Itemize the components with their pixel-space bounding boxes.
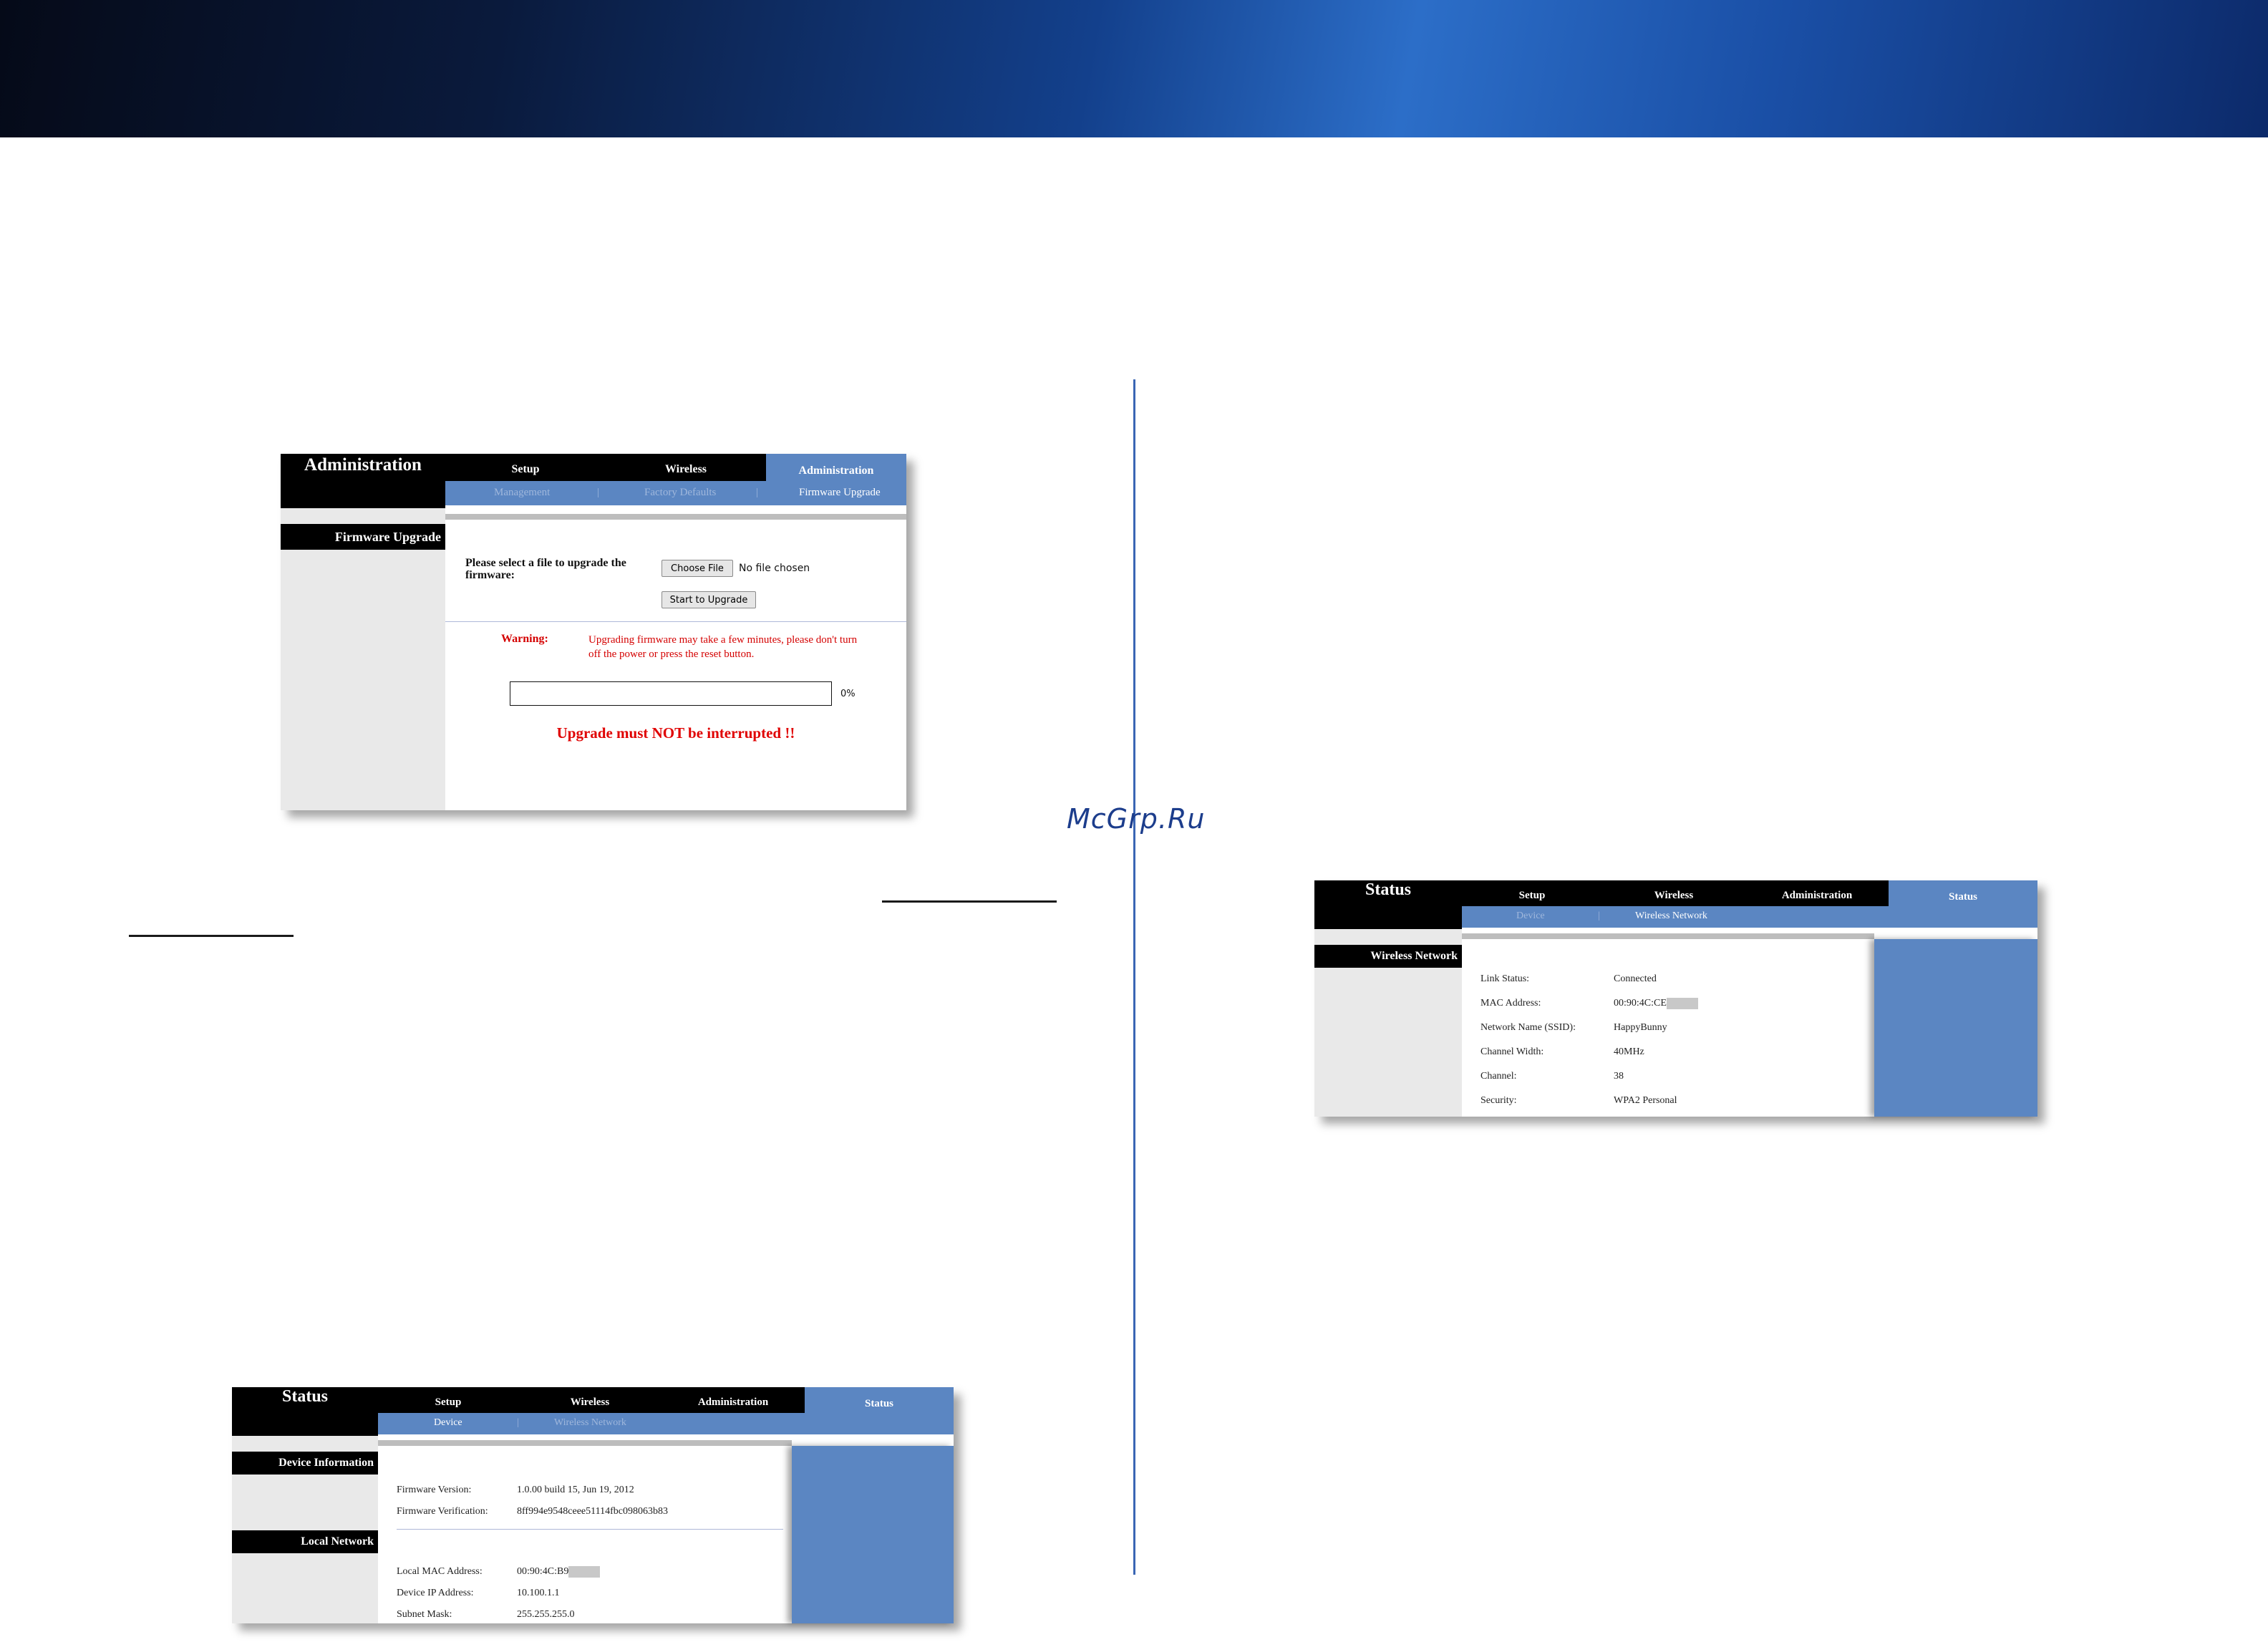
tab-wireless[interactable]: Wireless <box>518 1387 662 1413</box>
subtab-separator: | <box>756 487 759 498</box>
page-title: Administration <box>281 454 445 508</box>
blue-side-panel <box>1874 939 2037 1117</box>
divider-line <box>445 621 906 622</box>
security-value: WPA2 Personal <box>1614 1095 1677 1106</box>
underline-link-part2 <box>129 935 294 937</box>
firmware-verification-value: 8ff994e9548ceee51114fbc098063b83 <box>517 1506 668 1517</box>
security-label: Security: <box>1480 1095 1517 1106</box>
firmware-version-label: Firmware Version: <box>397 1485 472 1495</box>
ssid-value: HappyBunny <box>1614 1022 1667 1033</box>
subtab-separator: | <box>517 1417 519 1428</box>
page-title: Status <box>232 1387 378 1436</box>
local-mac-value: 00:90:4C:B9 <box>517 1566 601 1578</box>
tab-setup[interactable]: Setup <box>1462 880 1602 906</box>
subtab-separator: | <box>1598 910 1600 921</box>
column-divider <box>1133 379 1135 1575</box>
tab-wireless[interactable]: Wireless <box>606 454 766 481</box>
mac-address-value: 00:90:4C:CE <box>1614 998 1698 1009</box>
status-device-screenshot: Status Device Information Local Network … <box>232 1387 954 1623</box>
watermark: McGrp.Ru <box>1067 803 1206 835</box>
tab-wireless[interactable]: Wireless <box>1602 880 1745 906</box>
subtab-device[interactable]: Device <box>1516 910 1545 922</box>
header-banner <box>0 0 2268 137</box>
status-wireless-screenshot: Status Wireless Network Setup Wireless A… <box>1314 880 2037 1117</box>
local-mac-label: Local MAC Address: <box>397 1566 483 1577</box>
section-local-network: Local Network <box>232 1530 378 1553</box>
choose-file-button[interactable]: Choose File <box>662 560 733 577</box>
tab-status[interactable]: Status <box>1889 880 2037 906</box>
subnav: Device | Wireless Network <box>1462 906 2037 928</box>
link-status-label: Link Status: <box>1480 973 1530 984</box>
subnet-mask-label: Subnet Mask: <box>397 1609 452 1620</box>
page-title: Status <box>1314 880 1462 929</box>
subtab-factory-defaults[interactable]: Factory Defaults <box>644 487 716 499</box>
top-nav: Setup Wireless Administration Status <box>1462 880 2037 906</box>
channel-value: 38 <box>1614 1071 1624 1082</box>
progress-bar <box>510 681 832 706</box>
tab-status[interactable]: Status <box>805 1387 954 1413</box>
blue-side-panel <box>792 1446 954 1623</box>
subtab-device[interactable]: Device <box>434 1417 462 1429</box>
subnav: Management | Factory Defaults | Firmware… <box>445 481 906 505</box>
progress-percent: 0% <box>840 689 856 699</box>
tab-administration[interactable]: Administration <box>766 454 906 481</box>
no-file-chosen-text: No file chosen <box>739 563 810 574</box>
section-device-information: Device Information <box>232 1452 378 1475</box>
subtab-firmware-upgrade[interactable]: Firmware Upgrade <box>799 487 881 499</box>
subtab-management[interactable]: Management <box>494 487 550 499</box>
mac-address-label: MAC Address: <box>1480 998 1541 1009</box>
section-wireless-network: Wireless Network <box>1314 945 1462 968</box>
tab-administration[interactable]: Administration <box>1745 880 1889 906</box>
channel-width-value: 40MHz <box>1614 1046 1644 1057</box>
subnav: Device | Wireless Network <box>378 1413 954 1434</box>
subtab-separator: | <box>597 487 600 498</box>
firmware-verification-label: Firmware Verification: <box>397 1506 488 1517</box>
ssid-label: Network Name (SSID): <box>1480 1022 1576 1033</box>
top-nav: Setup Wireless Administration Status <box>378 1387 954 1413</box>
section-firmware-upgrade: Firmware Upgrade <box>281 524 445 550</box>
tab-setup[interactable]: Setup <box>378 1387 518 1413</box>
subtab-wireless-network[interactable]: Wireless Network <box>1635 910 1707 922</box>
select-file-label: Please select a file to upgrade the firm… <box>465 557 626 581</box>
content-area: Firmware Version: 1.0.00 build 15, Jun 1… <box>378 1440 792 1623</box>
firmware-version-value: 1.0.00 build 15, Jun 19, 2012 <box>517 1485 634 1495</box>
underline-link-part1 <box>882 900 1057 903</box>
tab-setup[interactable]: Setup <box>445 454 606 481</box>
warning-text: Upgrading firmware may take a few minute… <box>588 634 858 660</box>
firmware-upgrade-screenshot: Administration Firmware Upgrade Setup Wi… <box>281 454 906 810</box>
start-upgrade-button[interactable]: Start to Upgrade <box>662 591 756 608</box>
subnet-mask-value: 255.255.255.0 <box>517 1609 575 1620</box>
channel-width-label: Channel Width: <box>1480 1046 1544 1057</box>
subtab-wireless-network[interactable]: Wireless Network <box>554 1417 626 1429</box>
divider-line <box>397 1529 783 1530</box>
redacted-block <box>1666 998 1698 1009</box>
channel-label: Channel: <box>1480 1071 1517 1082</box>
warning-label: Warning: <box>501 633 548 645</box>
tab-administration[interactable]: Administration <box>662 1387 805 1413</box>
content-area: Link Status: Connected MAC Address: 00:9… <box>1462 933 1874 1117</box>
device-ip-value: 10.100.1.1 <box>517 1588 560 1598</box>
content-area: Please select a file to upgrade the firm… <box>445 514 906 810</box>
redacted-block <box>568 1566 601 1578</box>
top-nav: Setup Wireless Administration <box>445 454 906 481</box>
device-ip-label: Device IP Address: <box>397 1588 474 1598</box>
interrupt-warning: Upgrade must NOT be interrupted !! <box>556 724 795 742</box>
link-status-value: Connected <box>1614 973 1657 984</box>
